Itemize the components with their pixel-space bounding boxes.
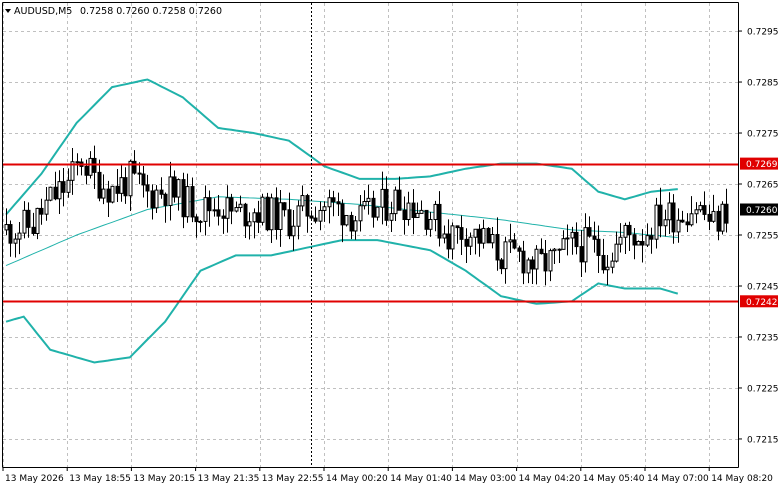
candle [344,214,349,227]
svg-text:0.7242: 0.7242 [746,298,778,308]
level-price-tag-1: 0.7242 [740,295,778,308]
candle [48,186,53,202]
y-tick-label: 0.7275 [747,130,779,140]
candle [720,201,725,235]
x-tick-label: 14 May 05:40 [583,474,645,484]
candle [260,193,265,226]
x-tick-label: 14 May 04:20 [519,474,581,484]
x-tick-label: 14 May 03:00 [454,474,516,484]
x-tick-label: 13 May 20:15 [133,474,195,484]
candle [486,227,491,244]
candle [265,192,270,232]
x-tick-label: 13 May 22:55 [262,474,324,484]
y-tick-label: 0.7265 [747,181,779,191]
y-tick-label: 0.7235 [747,333,779,343]
svg-text:0.7269: 0.7269 [746,160,778,170]
ohlc-values: 0.7258 0.7260 0.7258 0.7260 [80,6,222,17]
chart-background [0,0,781,489]
x-tick-label: 13 May 2026 [5,474,64,484]
x-tick-label: 14 May 00:20 [326,474,388,484]
y-tick-label: 0.7285 [747,79,779,89]
svg-text:0.7260: 0.7260 [746,206,778,216]
price-chart[interactable]: 0.7295 0.7285 0.7275 0.7265 0.7255 0.7245 0.72… [0,0,781,489]
candle [110,185,115,204]
y-tick-label: 0.7295 [747,28,779,38]
current-price-tag: 0.7260 [740,203,778,216]
candle [636,240,641,246]
x-tick-label: 14 May 08:20 [711,474,773,484]
symbol-label: AUDUSD,M5 [14,6,72,17]
chart-header: AUDUSD,M5 0.7258 0.7260 0.7258 0.7260 [5,6,222,17]
level-price-tag-0: 0.7269 [740,157,778,170]
chart-canvas[interactable]: 0.7295 0.7285 0.7275 0.7265 0.7255 0.7245 0.72… [0,0,781,489]
x-tick-label: 14 May 07:00 [647,474,709,484]
y-tick-label: 0.7225 [747,384,779,394]
y-tick-label: 0.7215 [747,435,779,445]
x-tick-label: 13 May 21:35 [198,474,260,484]
y-tick-label: 0.7255 [747,232,779,242]
y-tick-label: 0.7245 [747,282,779,292]
x-tick-label: 13 May 18:55 [69,474,131,484]
x-tick-label: 14 May 01:40 [390,474,452,484]
